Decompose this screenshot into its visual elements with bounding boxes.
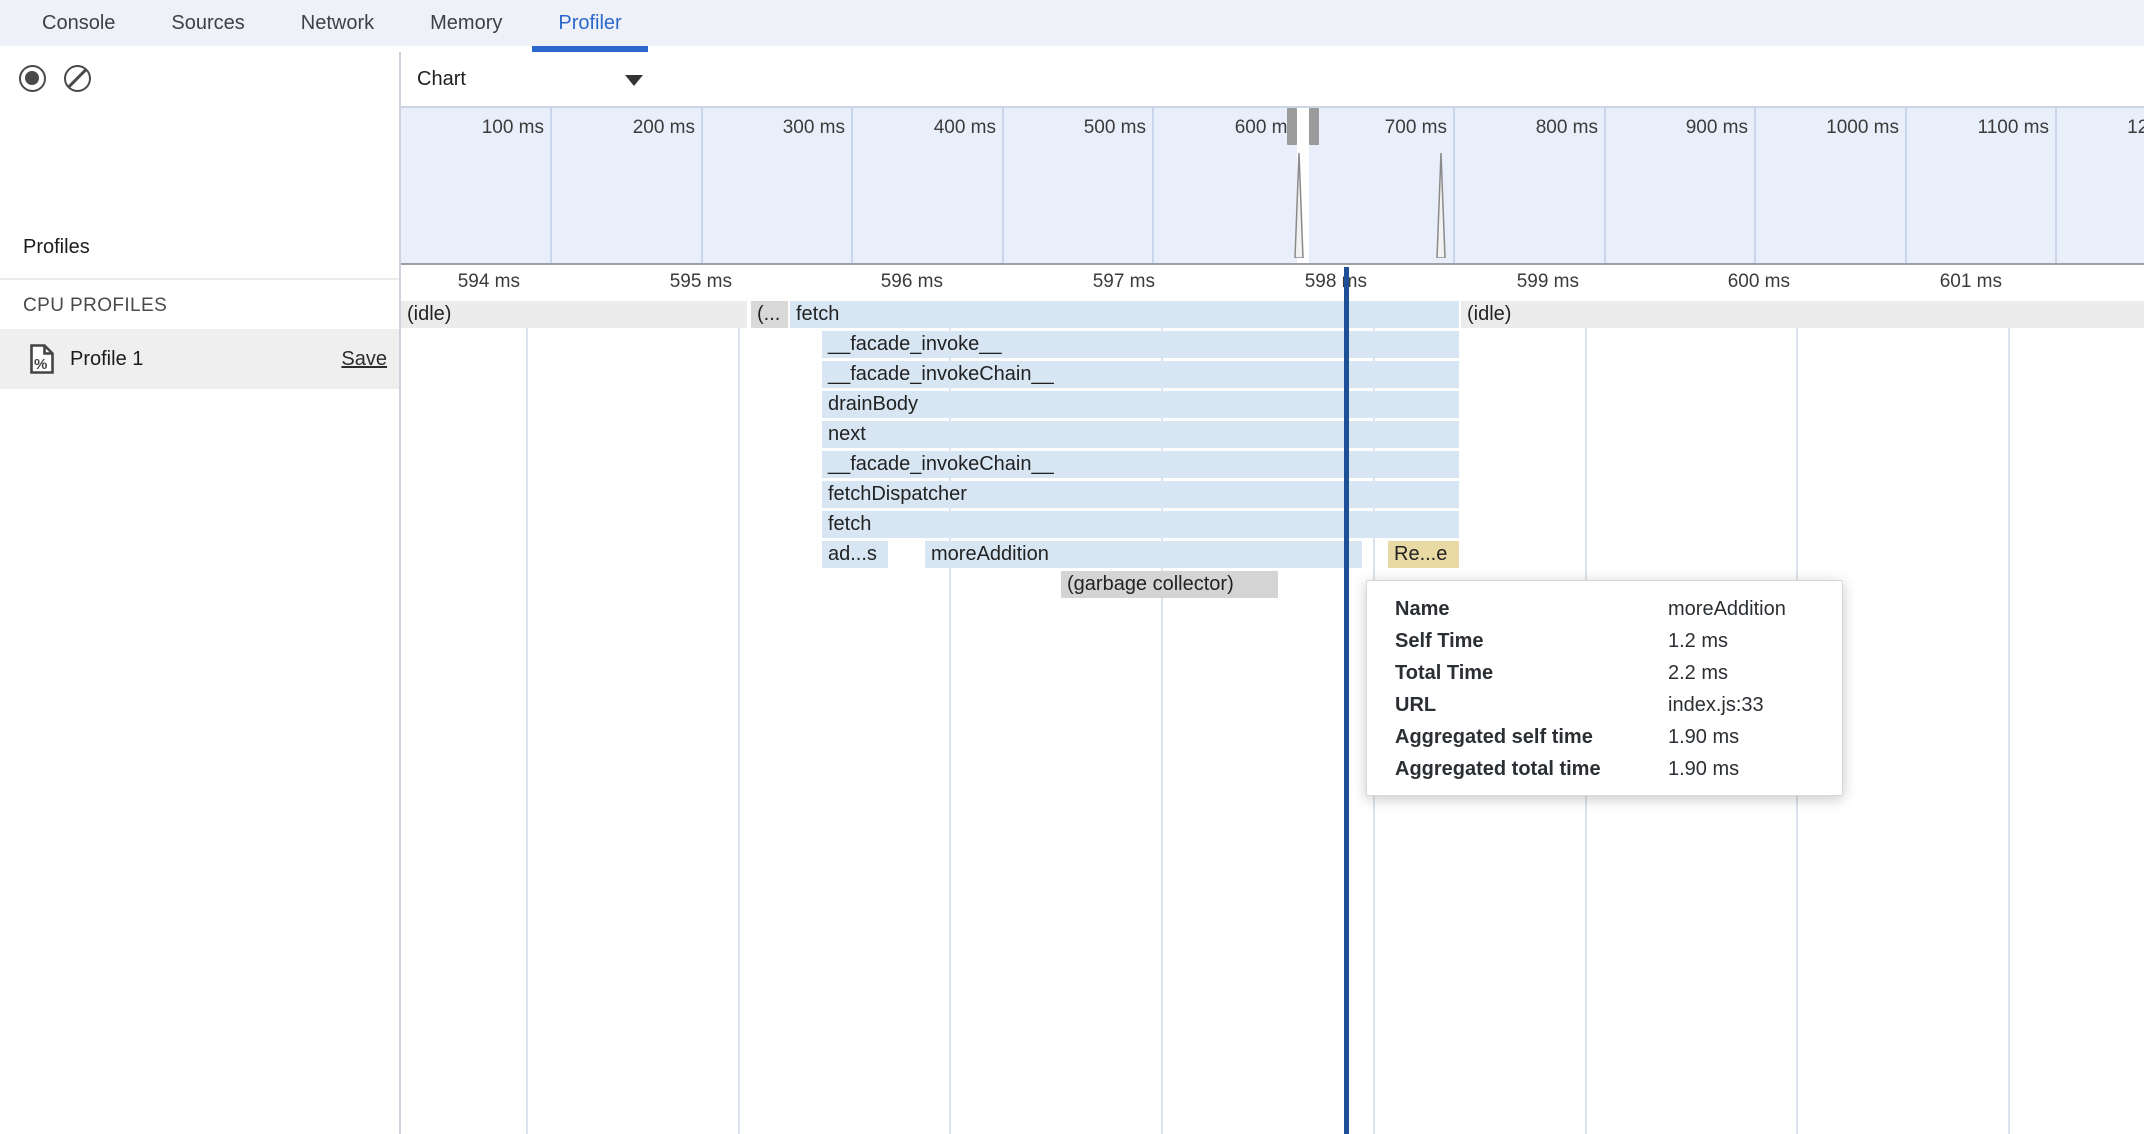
overview-tick-label: 200 ms (633, 117, 695, 139)
flame-bar-fetchdispatcher[interactable]: fetchDispatcher (822, 481, 1459, 508)
tooltip-row: NamemoreAddition (1395, 593, 1842, 625)
overview-tick-label: 1100 ms (1978, 117, 2049, 139)
flame-bar-drainbody[interactable]: drainBody (822, 391, 1459, 418)
timeline-overview[interactable]: 100 ms200 ms300 ms400 ms500 ms600 ms700 … (401, 108, 2144, 265)
flame-gridline (738, 296, 740, 1134)
flame-bar--facade-invoke-[interactable]: __facade_invoke__ (822, 331, 1459, 358)
clear-profiles-button[interactable] (64, 65, 91, 92)
tab-profiler[interactable]: Profiler (546, 0, 633, 46)
sidebar-divider (0, 278, 399, 280)
view-mode-select[interactable]: Chart (417, 52, 466, 106)
flame-tick-label: 596 ms (881, 271, 943, 293)
tooltip-label: Total Time (1395, 662, 1668, 685)
sidebar-item-profile-1[interactable]: % Profile 1 Save (0, 329, 399, 389)
profiles-sidebar: Profiles CPU PROFILES % Profile 1 Save (0, 106, 399, 1134)
flame-tick-label: 595 ms (670, 271, 732, 293)
tooltip-row: Aggregated self time1.90 ms (1395, 721, 1842, 753)
tooltip-label: Self Time (1395, 630, 1668, 653)
overview-gridline (1905, 108, 1907, 263)
view-mode-value: Chart (417, 68, 466, 91)
flame-gridline (2008, 296, 2010, 1134)
tooltip-label: Aggregated total time (1395, 758, 1668, 781)
tooltip-value: 2.2 ms (1668, 662, 1728, 685)
chevron-down-icon (625, 75, 643, 86)
overview-gridline (550, 108, 552, 263)
flame-bar-re-e[interactable]: Re...e (1388, 541, 1459, 568)
flame-bar--garbage-collector-[interactable]: (garbage collector) (1061, 571, 1278, 598)
selection-left-handle[interactable] (1287, 108, 1297, 145)
tooltip-value: 1.2 ms (1668, 630, 1728, 653)
overview-gridline (1002, 108, 1004, 263)
overview-tick-label: 1200 ms (2127, 117, 2144, 139)
overview-tick-label: 900 ms (1686, 117, 1748, 139)
tooltip-row: Self Time1.2 ms (1395, 625, 1842, 657)
cpu-profiles-section-label: CPU PROFILES (23, 295, 167, 317)
overview-gridline (1453, 108, 1455, 263)
profile-document-icon: % (28, 343, 56, 375)
overview-gridline (701, 108, 703, 263)
flame-bar--[interactable]: (... (751, 301, 788, 328)
overview-tick-label: 400 ms (934, 117, 996, 139)
frame-tooltip: NamemoreAdditionSelf Time1.2 msTotal Tim… (1366, 580, 1843, 796)
devtools-tab-bar: Console Sources Network Memory Profiler (0, 0, 2144, 46)
record-profile-button[interactable] (19, 65, 46, 92)
flame-tick-label: 599 ms (1517, 271, 1579, 293)
flame-chart-panel: (idle)(...fetch(idle)__facade_invoke____… (401, 106, 2144, 1134)
overview-gridline (1152, 108, 1154, 263)
overview-tick-label: 500 ms (1084, 117, 1146, 139)
tooltip-value: moreAddition (1668, 598, 1786, 621)
overview-tick-label: 100 ms (482, 117, 544, 139)
tab-memory[interactable]: Memory (418, 0, 514, 46)
sidebar-title: Profiles (23, 236, 90, 259)
flame-bar--facade-invokechain-[interactable]: __facade_invokeChain__ (822, 451, 1459, 478)
tooltip-label: Aggregated self time (1395, 726, 1668, 749)
tab-network[interactable]: Network (289, 0, 386, 46)
flame-tick-label: 598 ms (1305, 271, 1367, 293)
tooltip-row: Aggregated total time1.90 ms (1395, 753, 1842, 785)
overview-tick-label: 800 ms (1536, 117, 1598, 139)
cpu-activity-spike (1292, 153, 1306, 263)
overview-gridline (1604, 108, 1606, 263)
overview-tick-label: 1000 ms (1826, 117, 1899, 139)
tab-sources[interactable]: Sources (159, 0, 256, 46)
overview-gridline (851, 108, 853, 263)
profiler-toolbar: Chart (0, 52, 2144, 108)
overview-tick-label: 700 ms (1385, 117, 1447, 139)
profile-name: Profile 1 (70, 329, 143, 389)
tooltip-value: 1.90 ms (1668, 726, 1739, 749)
tab-console[interactable]: Console (30, 0, 127, 46)
playhead-line[interactable] (1344, 267, 1349, 1134)
flame-bar-ad-s[interactable]: ad...s (822, 541, 888, 568)
overview-gridline (2055, 108, 2057, 263)
selection-right-handle[interactable] (1309, 108, 1319, 145)
cpu-activity-spike (1434, 153, 1448, 263)
flame-bar-next[interactable]: next (822, 421, 1459, 448)
flame-chart-ruler: 594 ms 595 ms 596 ms 597 ms 598 ms 599 ms 600 … (401, 265, 2144, 301)
svg-text:%: % (34, 356, 47, 373)
flame-bar--facade-invokechain-[interactable]: __facade_invokeChain__ (822, 361, 1459, 388)
tooltip-value: index.js:33 (1668, 694, 1764, 717)
flame-tick-label: 597 ms (1093, 271, 1155, 293)
flame-tick-label: 600 ms (1728, 271, 1790, 293)
flame-bar--idle-[interactable]: (idle) (1461, 301, 2144, 328)
tooltip-row: Total Time2.2 ms (1395, 657, 1842, 689)
tooltip-value: 1.90 ms (1668, 758, 1739, 781)
overview-gridline (1754, 108, 1756, 263)
flame-tick-label: 594 ms (458, 271, 520, 293)
flame-bar-moreaddition[interactable]: moreAddition (925, 541, 1362, 568)
tooltip-label: Name (1395, 598, 1668, 621)
tooltip-label: URL (1395, 694, 1668, 717)
flame-tick-label: 601 ms (1940, 271, 2002, 293)
flame-gridline (526, 296, 528, 1134)
flame-bar--idle-[interactable]: (idle) (401, 301, 747, 328)
save-profile-link[interactable]: Save (341, 329, 387, 389)
flame-bar-fetch[interactable]: fetch (822, 511, 1459, 538)
tooltip-row: URLindex.js:33 (1395, 689, 1842, 721)
overview-tick-label: 300 ms (783, 117, 845, 139)
flame-bar-fetch[interactable]: fetch (790, 301, 1459, 328)
